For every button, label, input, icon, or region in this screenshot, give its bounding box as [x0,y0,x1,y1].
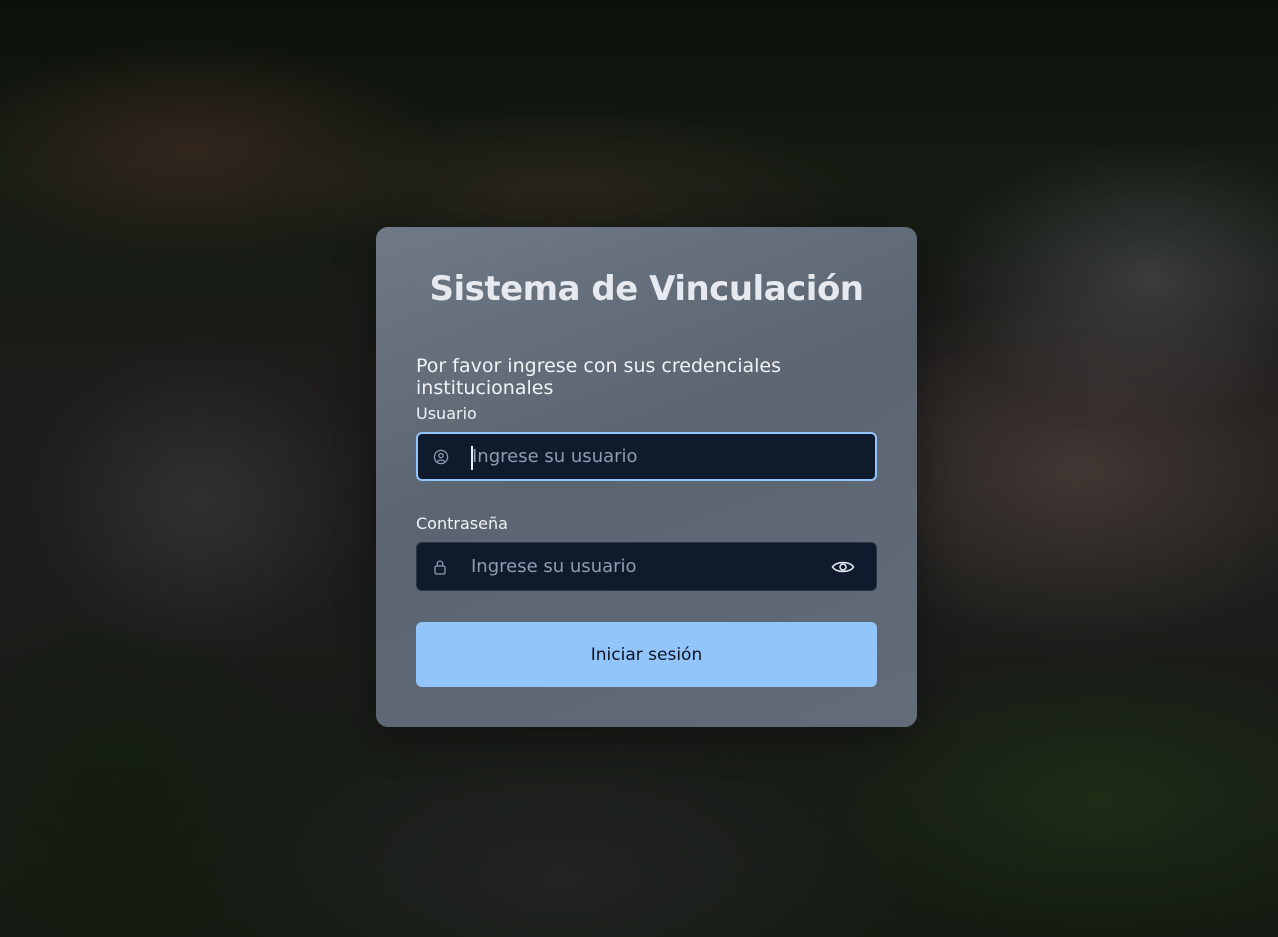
login-button[interactable]: Iniciar sesión [416,622,877,687]
username-field[interactable] [416,432,877,481]
password-label: Contraseña [416,514,508,533]
username-label: Usuario [416,404,477,423]
login-subtitle: Por favor ingrese con sus credenciales i… [416,355,781,399]
user-circle-icon [432,448,450,466]
password-field[interactable] [416,542,877,591]
page-title: Sistema de Vinculación [429,269,864,309]
login-card: Sistema de Vinculación Por favor ingrese… [376,227,917,727]
password-input[interactable] [471,543,811,590]
username-input[interactable] [472,434,812,479]
eye-icon[interactable] [830,558,856,576]
lock-icon [431,558,449,576]
